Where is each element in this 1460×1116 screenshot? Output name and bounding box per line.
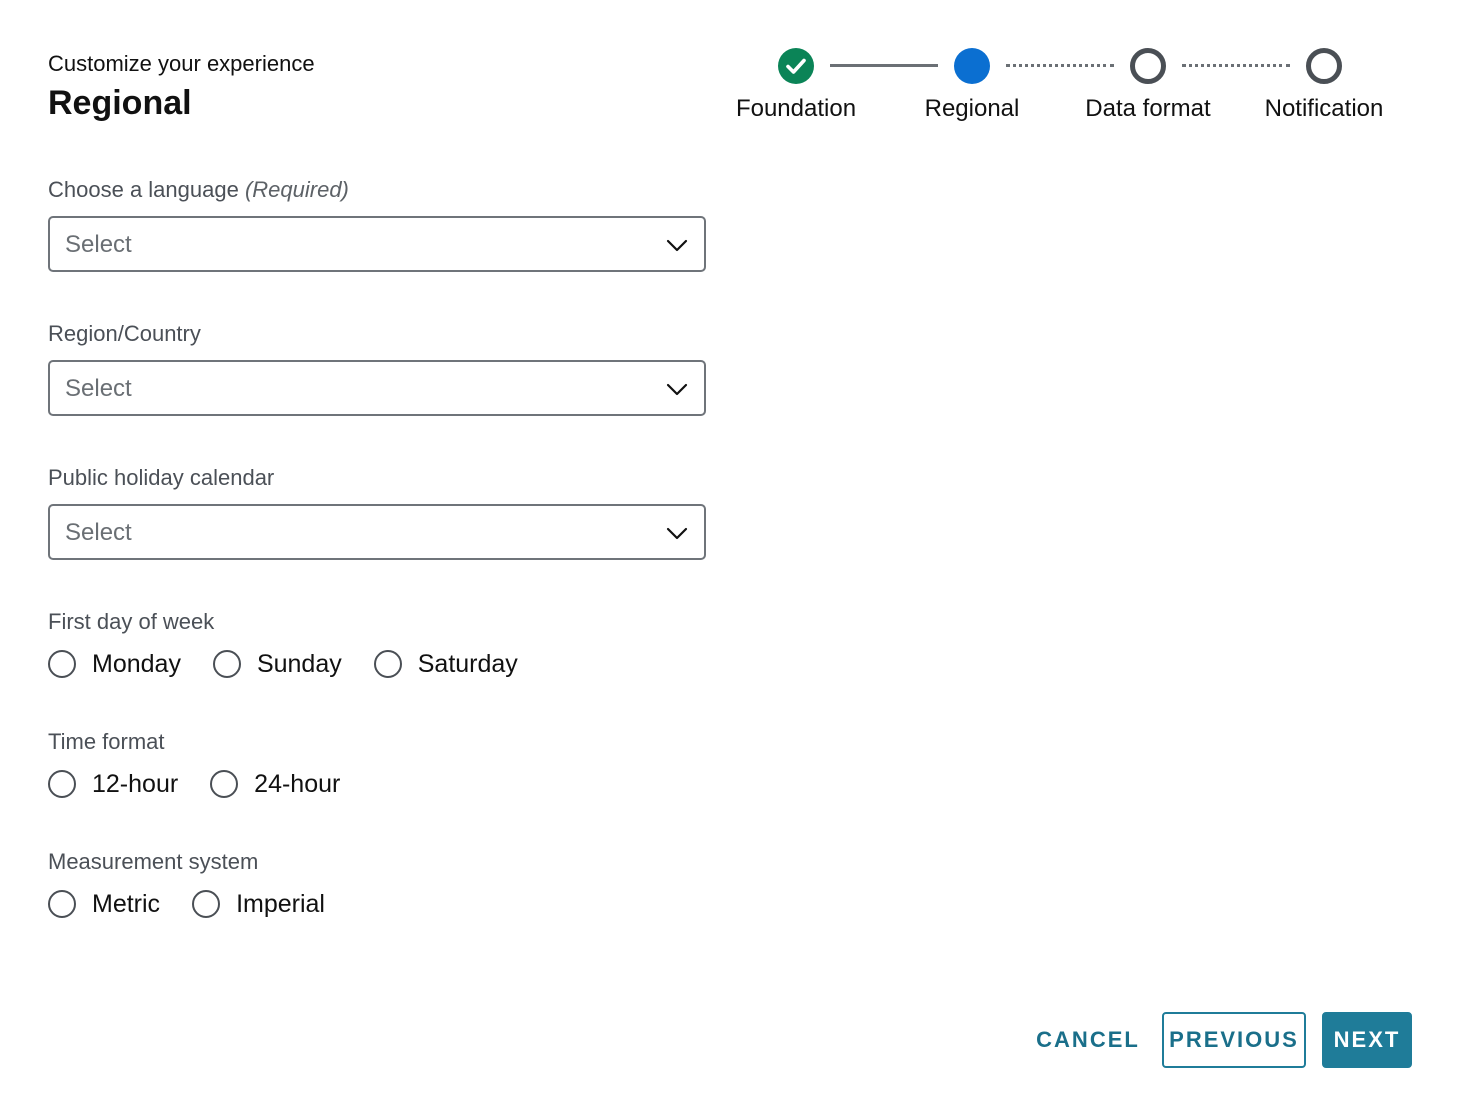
previous-button[interactable]: PREVIOUS xyxy=(1162,1012,1306,1068)
radio-saturday[interactable]: Saturday xyxy=(373,649,518,679)
first-day-radio-group: Monday Sunday Saturday xyxy=(48,644,550,684)
holiday-calendar-select-value: Select xyxy=(65,519,132,546)
required-indicator: (Required) xyxy=(244,177,349,202)
radio-button[interactable] xyxy=(48,650,76,678)
radio-label: Monday xyxy=(92,650,181,678)
radio-label: 24-hour xyxy=(254,770,341,798)
radio-button[interactable] xyxy=(210,770,239,798)
region-select-value: Select xyxy=(65,375,132,402)
radio-24-hour[interactable]: 24-hour xyxy=(210,769,340,799)
radio-button[interactable] xyxy=(48,890,76,918)
radio-metric[interactable]: Metric xyxy=(48,889,160,919)
holiday-calendar-label: Public holiday calendar xyxy=(48,465,275,490)
radio-button[interactable] xyxy=(373,650,402,678)
check-icon xyxy=(786,58,806,74)
region-select[interactable]: Select xyxy=(48,360,706,416)
progress-stepper: Foundation Regional Data format Notifica… xyxy=(0,0,1460,140)
step-connector-upcoming xyxy=(1006,64,1114,67)
step-label-data-format: Data format xyxy=(1085,95,1211,122)
measurement-label: Measurement system xyxy=(48,849,259,874)
time-format-label: Time format xyxy=(48,729,165,754)
radio-button[interactable] xyxy=(48,770,76,798)
measurement-radio-group: Metric Imperial xyxy=(48,884,357,924)
step-label-foundation: Foundation xyxy=(735,95,857,122)
step-upcoming-indicator xyxy=(1130,48,1166,84)
radio-12-hour[interactable]: 12-hour xyxy=(48,769,178,799)
step-upcoming-indicator xyxy=(1306,48,1342,84)
language-select[interactable]: Select xyxy=(48,216,706,272)
radio-button[interactable] xyxy=(192,890,221,918)
radio-label: Imperial xyxy=(236,890,325,918)
radio-label: Sunday xyxy=(256,650,342,678)
cancel-button[interactable]: CANCEL xyxy=(1028,1012,1148,1068)
time-format-radio-group: 12-hour 24-hour xyxy=(48,764,372,804)
radio-monday[interactable]: Monday xyxy=(48,649,181,679)
language-label-text: Choose a language xyxy=(48,177,239,202)
step-label-notification: Notification xyxy=(1264,95,1384,122)
step-label-regional: Regional xyxy=(924,95,1020,122)
chevron-down-icon xyxy=(666,239,688,252)
holiday-calendar-select[interactable]: Select xyxy=(48,504,706,560)
radio-label: Metric xyxy=(92,890,161,918)
language-select-value: Select xyxy=(65,231,132,258)
language-label: Choose a language (Required) xyxy=(48,176,349,204)
first-day-label: First day of week xyxy=(48,609,215,634)
chevron-down-icon xyxy=(666,383,688,396)
step-connector-complete xyxy=(830,64,938,67)
radio-label: Saturday xyxy=(417,650,518,678)
step-current-indicator xyxy=(954,48,990,84)
next-button[interactable]: NEXT xyxy=(1322,1012,1412,1068)
radio-imperial[interactable]: Imperial xyxy=(192,889,325,919)
chevron-down-icon xyxy=(666,527,688,540)
region-label: Region/Country xyxy=(48,321,201,346)
radio-sunday[interactable]: Sunday xyxy=(212,649,342,679)
step-connector-upcoming xyxy=(1182,64,1290,67)
radio-label: 12-hour xyxy=(92,770,179,798)
radio-button[interactable] xyxy=(212,650,241,678)
step-complete-indicator xyxy=(778,48,814,84)
